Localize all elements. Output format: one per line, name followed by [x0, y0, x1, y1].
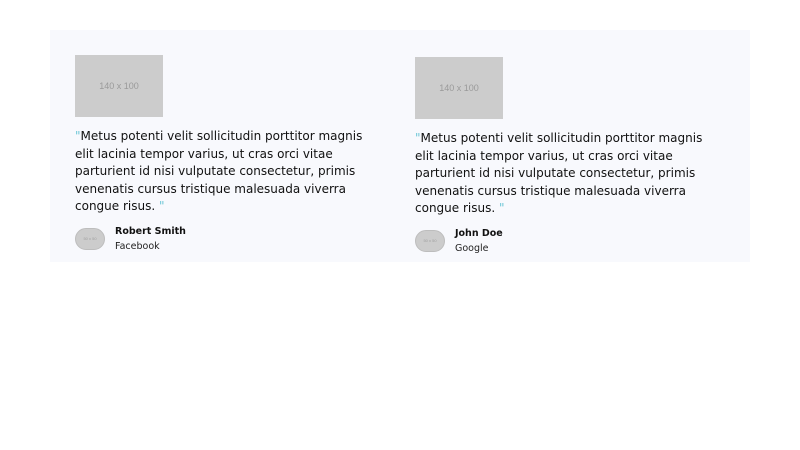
avatar-placeholder-text: 50 x 50	[83, 236, 97, 241]
company-logo-placeholder: 140 x 100	[415, 57, 503, 119]
close-quote-mark: "	[158, 199, 165, 213]
testimonial-quote: "Metus potenti velit sollicitudin portti…	[75, 128, 380, 216]
author-info: Robert Smith Facebook	[115, 226, 186, 253]
avatar: 50 x 50	[75, 227, 105, 250]
avatar-placeholder-text: 50 x 50	[423, 238, 437, 243]
testimonials-section: 140 x 100 "Metus potenti velit sollicitu…	[50, 30, 750, 262]
avatar: 50 x 50	[415, 229, 445, 252]
testimonial-card: 140 x 100 "Metus potenti velit sollicitu…	[75, 55, 385, 253]
testimonial-author: 50 x 50 John Doe Google	[415, 228, 725, 255]
testimonial-card: 140 x 100 "Metus potenti velit sollicitu…	[415, 57, 725, 255]
testimonial-author: 50 x 50 Robert Smith Facebook	[75, 226, 385, 253]
quote-text: Metus potenti velit sollicitudin porttit…	[415, 131, 703, 215]
close-quote-mark: "	[498, 201, 505, 215]
testimonial-quote: "Metus potenti velit sollicitudin portti…	[415, 130, 720, 218]
company-logo-placeholder: 140 x 100	[75, 55, 163, 117]
logo-placeholder-text: 140 x 100	[439, 83, 479, 93]
author-name: John Doe	[455, 227, 503, 239]
quote-text: Metus potenti velit sollicitudin porttit…	[75, 129, 363, 213]
author-info: John Doe Google	[455, 228, 503, 255]
author-company: Facebook	[115, 240, 160, 252]
author-company: Google	[455, 242, 489, 254]
logo-placeholder-text: 140 x 100	[99, 81, 139, 91]
author-name: Robert Smith	[115, 225, 186, 237]
